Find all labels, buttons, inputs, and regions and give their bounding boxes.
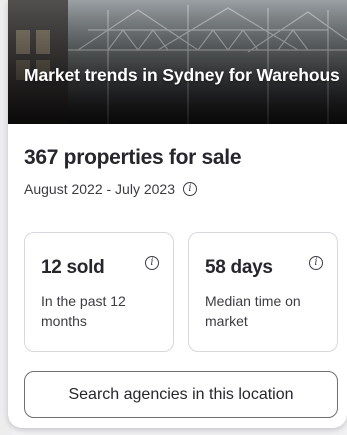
date-range-row: August 2022 - July 2023 i <box>24 181 197 197</box>
date-range: August 2022 - July 2023 <box>24 181 175 197</box>
market-trends-card: Market trends in Sydney for Warehouse, F… <box>8 0 347 428</box>
hero-title: Market trends in Sydney for Warehouse, F… <box>24 65 339 85</box>
stat-value: 58 days <box>205 257 273 278</box>
info-circle-icon[interactable]: i <box>145 256 159 270</box>
stat-card-sold: 12 sold i In the past 12 months <box>24 232 174 352</box>
hero-banner: Market trends in Sydney for Warehouse, F… <box>8 0 347 124</box>
stat-card-median-days: 58 days i Median time on market <box>188 232 338 352</box>
stat-description: Median time on market <box>205 293 301 329</box>
search-agencies-button[interactable]: Search agencies in this location <box>24 371 338 418</box>
stat-value: 12 sold <box>41 257 105 278</box>
info-circle-icon[interactable]: i <box>309 256 323 270</box>
properties-count: 367 properties for sale <box>24 146 242 169</box>
stat-description: In the past 12 months <box>41 293 126 329</box>
info-circle-icon[interactable]: i <box>183 182 197 196</box>
